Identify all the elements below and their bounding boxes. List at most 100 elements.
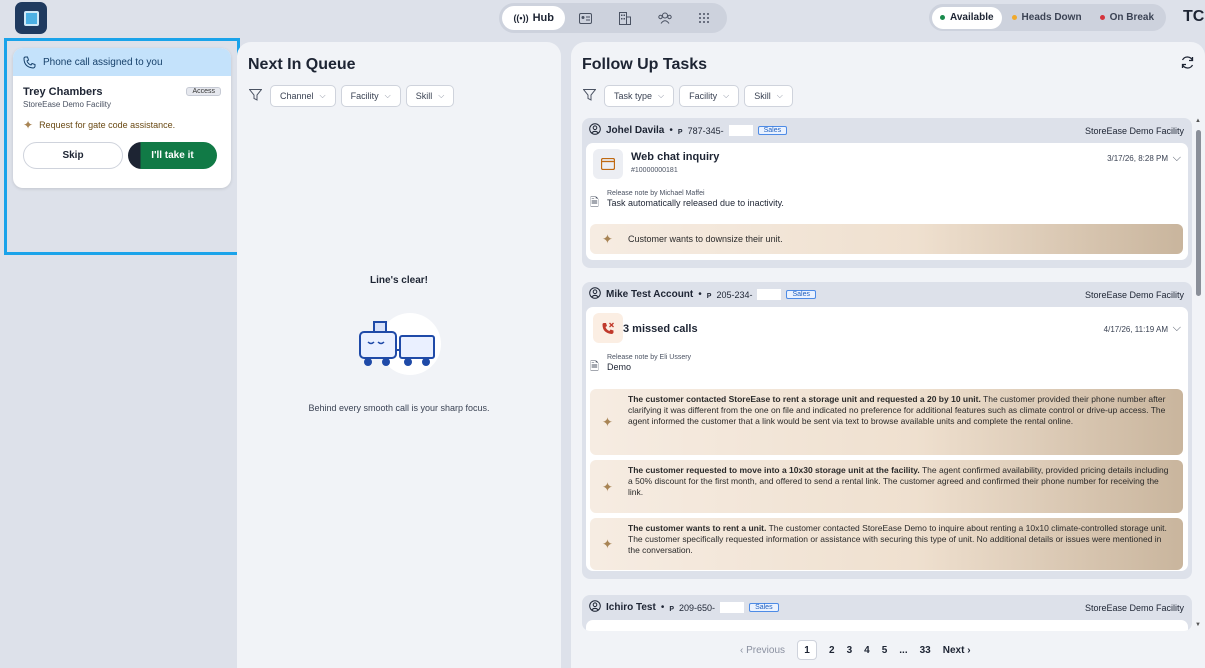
user-avatar[interactable]: TC bbox=[1183, 8, 1204, 26]
ai-summary-text: Customer wants to downsize their unit. bbox=[628, 233, 783, 244]
call-request: ✦ Request for gate code assistance. bbox=[23, 118, 221, 132]
sales-badge: Sales bbox=[749, 603, 779, 612]
follow-up-tasks-panel: Follow Up Tasks Task type ⌵ Facility ⌵ Ski… bbox=[571, 42, 1205, 668]
queue-title: Next In Queue bbox=[248, 56, 356, 73]
chevron-down-icon: ⌵ bbox=[658, 91, 665, 100]
ai-summary: ✦ The customer contacted StoreEase to re… bbox=[590, 389, 1183, 455]
task-body: Web chat inquiry #10000000181 3/17/26, 8… bbox=[586, 143, 1188, 260]
ai-summary: ✦ The customer requested to move into a … bbox=[590, 460, 1183, 513]
sparkle-icon: ✦ bbox=[602, 231, 613, 247]
page-button-4[interactable]: 4 bbox=[864, 645, 870, 656]
user-circle-icon bbox=[589, 600, 601, 615]
task-card[interactable]: Johel Davila • P 787-345- Sales StoreEas… bbox=[582, 118, 1192, 268]
filter-facility[interactable]: Facility ⌵ bbox=[679, 85, 740, 107]
nav-hub-tab[interactable]: ((•)) Hub bbox=[502, 6, 566, 30]
phone-number: P 205-234- bbox=[706, 289, 753, 300]
incoming-call-panel: Phone call assigned to you Trey Chambers… bbox=[4, 38, 240, 255]
call-card-header: Phone call assigned to you bbox=[13, 48, 231, 76]
team-icon bbox=[657, 12, 672, 24]
phone-digits: 209-650- bbox=[679, 602, 716, 613]
filter-task-type[interactable]: Task type ⌵ bbox=[604, 85, 675, 107]
page-button-2[interactable]: 2 bbox=[829, 645, 835, 656]
page-button-5[interactable]: 5 bbox=[882, 645, 888, 656]
nav-apps-tab[interactable] bbox=[684, 6, 724, 30]
filter-facility[interactable]: Facility ⌵ bbox=[340, 85, 401, 107]
scrollbar-thumb[interactable] bbox=[1196, 130, 1201, 296]
app-logo[interactable] bbox=[15, 2, 47, 34]
radio-waves-icon: ((•)) bbox=[513, 13, 529, 23]
tasks-scrollbar[interactable]: ▲ ▼ bbox=[1194, 118, 1203, 628]
page-button-33[interactable]: 33 bbox=[920, 645, 931, 656]
filter-label: Facility bbox=[350, 91, 379, 101]
page-ellipsis: ... bbox=[899, 644, 908, 656]
contact-name[interactable]: Johel Davila bbox=[606, 125, 664, 136]
status-selector: Available Heads Down On Break bbox=[929, 4, 1166, 31]
separator-dot: • bbox=[669, 125, 673, 136]
sparkle-icon: ✦ bbox=[602, 414, 613, 430]
task-title: Web chat inquiry bbox=[631, 151, 720, 163]
task-header: Ichiro Test • P 209-650- Sales StoreEase… bbox=[582, 595, 1192, 620]
id-card-icon bbox=[578, 12, 592, 24]
access-badge: Access bbox=[186, 87, 221, 96]
release-note-text: Task automatically released due to inact… bbox=[607, 198, 784, 208]
next-page-button[interactable]: Next › bbox=[943, 645, 971, 656]
scroll-down-icon[interactable]: ▼ bbox=[1195, 622, 1201, 628]
nav-facilities-tab[interactable] bbox=[605, 6, 645, 30]
take-call-button[interactable]: I'll take it bbox=[128, 142, 217, 169]
page-button-3[interactable]: 3 bbox=[847, 645, 853, 656]
contact-name[interactable]: Mike Test Account bbox=[606, 289, 693, 300]
missed-call-icon bbox=[593, 313, 623, 343]
scroll-up-icon[interactable]: ▲ bbox=[1195, 118, 1201, 124]
filter-skill[interactable]: Skill ⌵ bbox=[405, 85, 455, 107]
empty-queue-title: Line's clear! bbox=[370, 275, 428, 286]
phone-number: P 787-345- bbox=[677, 125, 724, 136]
document-icon: 🗎 bbox=[590, 361, 599, 373]
separator-dot: • bbox=[660, 602, 665, 613]
user-circle-icon bbox=[589, 123, 601, 138]
task-id: #10000000181 bbox=[631, 167, 678, 174]
chevron-down-icon[interactable]: ⌵ bbox=[1173, 152, 1181, 165]
next-label: Next bbox=[942, 644, 965, 656]
release-note-text: Demo bbox=[607, 362, 632, 372]
train-illustration-icon bbox=[352, 310, 442, 380]
task-card[interactable]: Ichiro Test • P 209-650- Sales StoreEase… bbox=[582, 595, 1192, 631]
filter-label: Skill bbox=[415, 91, 433, 101]
refresh-icon[interactable] bbox=[1180, 55, 1195, 74]
document-icon: 🗎 bbox=[590, 197, 599, 209]
task-card[interactable]: Mike Test Account • P 205-234- Sales Sto… bbox=[582, 282, 1192, 579]
filter-label: Skill bbox=[754, 91, 771, 101]
chevron-down-icon[interactable]: ⌵ bbox=[1173, 322, 1181, 335]
filter-channel[interactable]: Channel ⌵ bbox=[270, 85, 336, 107]
sales-badge: Sales bbox=[757, 126, 788, 135]
filter-skill[interactable]: Skill ⌵ bbox=[744, 85, 793, 107]
phone-number: P 209-650- bbox=[669, 602, 716, 613]
nav-contacts-tab[interactable] bbox=[565, 6, 605, 30]
task-header: Mike Test Account • P 205-234- Sales Sto… bbox=[582, 282, 1192, 307]
status-dot bbox=[1011, 15, 1017, 20]
ai-summary-headline: The customer requested to move into a 10… bbox=[628, 465, 920, 475]
status-heads-down[interactable]: Heads Down bbox=[1004, 7, 1090, 29]
logo-icon bbox=[23, 10, 39, 26]
phone-digits: 787-345- bbox=[687, 125, 724, 136]
chevron-down-icon: ⌵ bbox=[438, 91, 445, 100]
status-on-break[interactable]: On Break bbox=[1092, 7, 1162, 29]
nav-team-tab[interactable] bbox=[645, 6, 685, 30]
page-button-1[interactable]: 1 bbox=[797, 640, 818, 660]
follow-up-title: Follow Up Tasks bbox=[582, 56, 708, 73]
previous-label: Previous bbox=[746, 644, 786, 656]
sparkle-icon: ✦ bbox=[602, 479, 613, 494]
chevron-down-icon: ⌵ bbox=[319, 91, 326, 100]
redacted-block bbox=[757, 289, 782, 300]
nav-hub-label: Hub bbox=[532, 12, 554, 24]
ai-summary-headline: The customer contacted StoreEase to rent… bbox=[628, 394, 981, 404]
status-dot bbox=[1099, 15, 1105, 20]
phone-icon bbox=[23, 56, 36, 69]
chat-window-icon bbox=[593, 149, 623, 179]
status-available[interactable]: Available bbox=[932, 6, 1002, 29]
phone-digits: 205-234- bbox=[716, 289, 753, 300]
call-card-title: Phone call assigned to you bbox=[43, 56, 163, 68]
caller-facility: StoreEase Demo Facility bbox=[23, 100, 112, 109]
previous-page-button[interactable]: ‹ Previous bbox=[740, 645, 785, 656]
skip-button[interactable]: Skip bbox=[23, 142, 123, 169]
contact-name[interactable]: Ichiro Test bbox=[606, 602, 656, 613]
